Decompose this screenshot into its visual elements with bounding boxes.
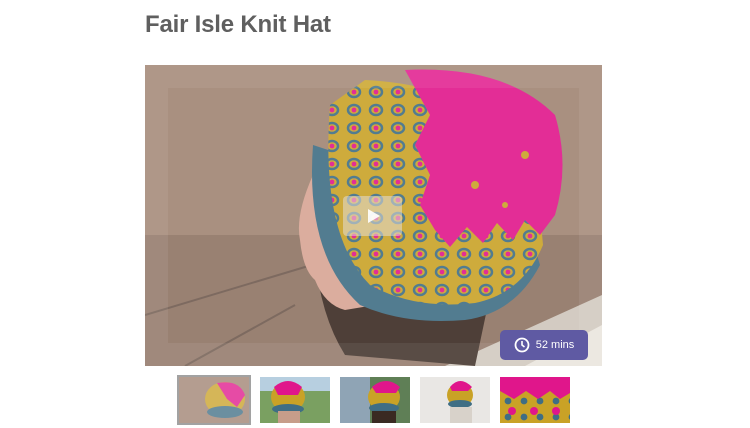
play-icon [367, 209, 380, 223]
video-player[interactable]: 52 mins [145, 65, 602, 366]
thumbnail-4[interactable] [420, 377, 490, 423]
thumbnail-1[interactable] [177, 375, 251, 425]
page-title: Fair Isle Knit Hat [145, 11, 331, 38]
thumbnail-2[interactable] [260, 377, 330, 423]
thumbnail-5[interactable] [500, 377, 570, 423]
thumbnail-image [500, 377, 570, 423]
play-button[interactable] [343, 196, 402, 236]
thumbnail-image [260, 377, 330, 423]
thumbnail-image [179, 377, 249, 423]
clock-icon [514, 337, 530, 353]
duration-label: 52 mins [535, 339, 575, 351]
duration-badge: 52 mins [500, 330, 588, 360]
thumbnail-3[interactable] [340, 377, 410, 423]
thumbnail-image [340, 377, 410, 423]
thumbnail-image [420, 377, 490, 423]
thumbnail-strip [177, 375, 573, 425]
